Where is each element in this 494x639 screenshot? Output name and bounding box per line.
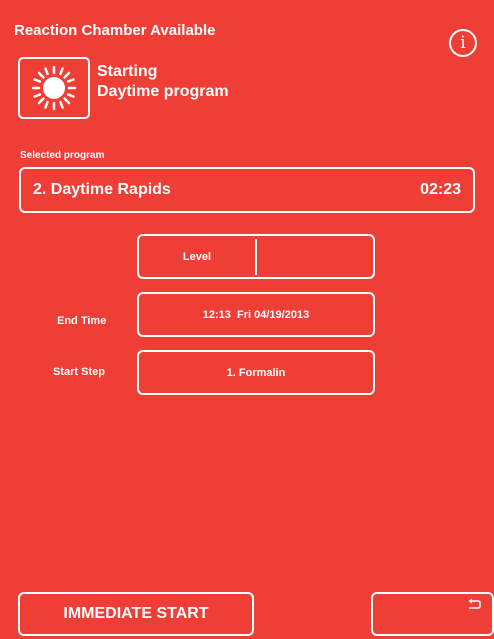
end-time-value: 12:13 Fri 04/19/2013 bbox=[202, 308, 310, 321]
sun-icon bbox=[31, 65, 77, 111]
info-button[interactable]: i bbox=[449, 29, 477, 57]
selected-program-label: Selected program bbox=[20, 150, 105, 161]
status-line-starting: Starting bbox=[97, 63, 158, 80]
level-label: Level bbox=[182, 250, 212, 263]
start-step-label: Start Step bbox=[53, 366, 105, 378]
info-icon: i bbox=[460, 32, 466, 53]
start-step-field[interactable]: 1. Formalin bbox=[137, 350, 375, 395]
start-step-value: 1. Formalin bbox=[226, 366, 286, 379]
return-arrow-icon bbox=[468, 598, 481, 609]
status-line-program-type: Daytime program bbox=[97, 83, 229, 100]
program-duration: 02:23 bbox=[420, 181, 461, 198]
end-time-label: End Time bbox=[57, 315, 107, 327]
immediate-start-button[interactable]: IMMEDIATE START bbox=[18, 592, 254, 636]
level-divider bbox=[255, 238, 257, 275]
level-field[interactable]: Level bbox=[137, 234, 375, 279]
program-status: Starting Daytime program bbox=[97, 62, 229, 102]
program-status-icon-box bbox=[18, 57, 90, 119]
page-title: Reaction Chamber Available bbox=[14, 22, 216, 39]
end-time-field[interactable]: 12:13 Fri 04/19/2013 bbox=[137, 292, 375, 337]
back-button[interactable] bbox=[371, 592, 494, 636]
program-name: 2. Daytime Rapids bbox=[33, 181, 171, 198]
selected-program-button[interactable]: 2. Daytime Rapids 02:23 bbox=[19, 167, 475, 213]
